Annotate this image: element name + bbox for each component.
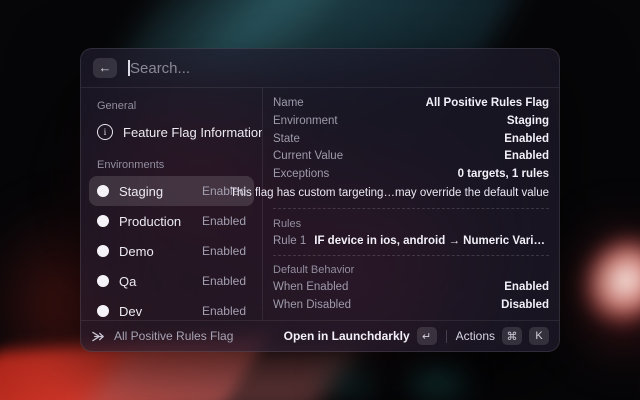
search-field-wrap [127,56,547,80]
actions-menu-button[interactable]: Actions [456,329,495,343]
environment-status: Enabled [202,304,246,318]
detail-row-name: Name All Positive Rules Flag [273,94,549,112]
wallpaper-salmon-streak [83,350,356,400]
forward-arrow-icon [91,329,106,344]
footer-selected-item: All Positive Rules Flag [91,329,233,344]
detail-value: IF device in ios, android → Numeric Vari… [314,235,549,247]
detail-value: Disabled [501,299,549,311]
detail-value: All Positive Rules Flag [426,97,549,109]
section-header-rules: Rules [273,216,549,232]
footer-actions: Open in Launchdarkly ↵ Actions ⌘ K [284,327,549,345]
environment-status: Enabled [202,214,246,228]
detail-label: Name [273,97,304,109]
desktop: ← General i Feature Flag Information Env… [0,0,640,400]
detail-label: Rule 1 [273,235,306,247]
sidebar-item-label: Feature Flag Information [123,125,263,140]
detail-row-environment: Environment Staging [273,112,549,130]
detail-label: Current Value [273,150,343,162]
sidebar-item-production[interactable]: Production Enabled [89,206,254,236]
detail-value: Enabled [504,150,549,162]
environment-name: Production [119,214,181,229]
info-icon: i [97,124,113,140]
environment-dot-icon [97,185,109,197]
back-arrow-icon: ← [99,58,112,78]
environment-status: Enabled [202,274,246,288]
environment-status: Enabled [202,244,246,258]
detail-label: State [273,133,300,145]
environment-dot-icon [97,305,109,317]
sidebar-item-qa[interactable]: Qa Enabled [89,266,254,296]
sidebar: General i Feature Flag Information Envir… [81,88,263,320]
environment-dot-icon [97,215,109,227]
detail-value: 0 targets, 1 rules [458,168,549,180]
search-input[interactable] [127,60,547,77]
wallpaper-teal-glow [385,352,490,400]
detail-row-when-enabled: When Enabled Enabled [273,278,549,296]
detail-value: Staging [507,115,549,127]
note-text: This flag has custom targeting…may overr… [230,187,549,199]
section-header-general: General [97,100,246,112]
environment-name: Qa [119,274,136,289]
detail-row-state: State Enabled [273,130,549,148]
divider [273,255,549,256]
k-key-icon: K [529,327,549,345]
window-body: General i Feature Flag Information Envir… [81,88,559,320]
detail-row-current-value: Current Value Enabled [273,147,549,165]
section-header-environments: Environments [97,159,246,171]
environment-name: Demo [119,244,154,259]
environment-name: Staging [119,184,163,199]
footer: All Positive Rules Flag Open in Launchda… [81,321,559,351]
environment-name: Dev [119,304,142,319]
text-caret [128,60,130,76]
custom-targeting-note: This flag has custom targeting…may overr… [273,183,549,203]
detail-row-rule-1: Rule 1 IF device in ios, android → Numer… [273,232,549,250]
wallpaper-teal-glow [300,348,395,400]
detail-label: Exceptions [273,168,329,180]
sidebar-item-dev[interactable]: Dev Enabled [89,296,254,320]
detail-value: Enabled [504,133,549,145]
environment-dot-icon [97,275,109,287]
detail-row-when-disabled: When Disabled Disabled [273,296,549,314]
primary-action-button[interactable]: Open in Launchdarkly [284,329,410,343]
detail-label: Environment [273,115,338,127]
command-key-icon: ⌘ [502,327,522,345]
divider [446,330,447,343]
detail-row-exceptions: Exceptions 0 targets, 1 rules [273,165,549,183]
launcher-window: ← General i Feature Flag Information Env… [80,48,560,352]
footer-item-label: All Positive Rules Flag [114,329,233,343]
sidebar-item-feature-flag-information[interactable]: i Feature Flag Information [89,117,254,147]
environment-dot-icon [97,245,109,257]
detail-label: When Enabled [273,281,348,293]
back-button[interactable]: ← [93,58,117,78]
section-header-default-behavior: Default Behavior [273,263,549,279]
detail-value: Enabled [504,281,549,293]
sidebar-item-demo[interactable]: Demo Enabled [89,236,254,266]
divider [273,208,549,209]
wallpaper-pink-glow [555,210,640,351]
detail-label: When Disabled [273,299,351,311]
return-key-icon[interactable]: ↵ [417,327,437,345]
search-bar: ← [81,49,559,87]
detail-panel: Name All Positive Rules Flag Environment… [263,88,559,320]
